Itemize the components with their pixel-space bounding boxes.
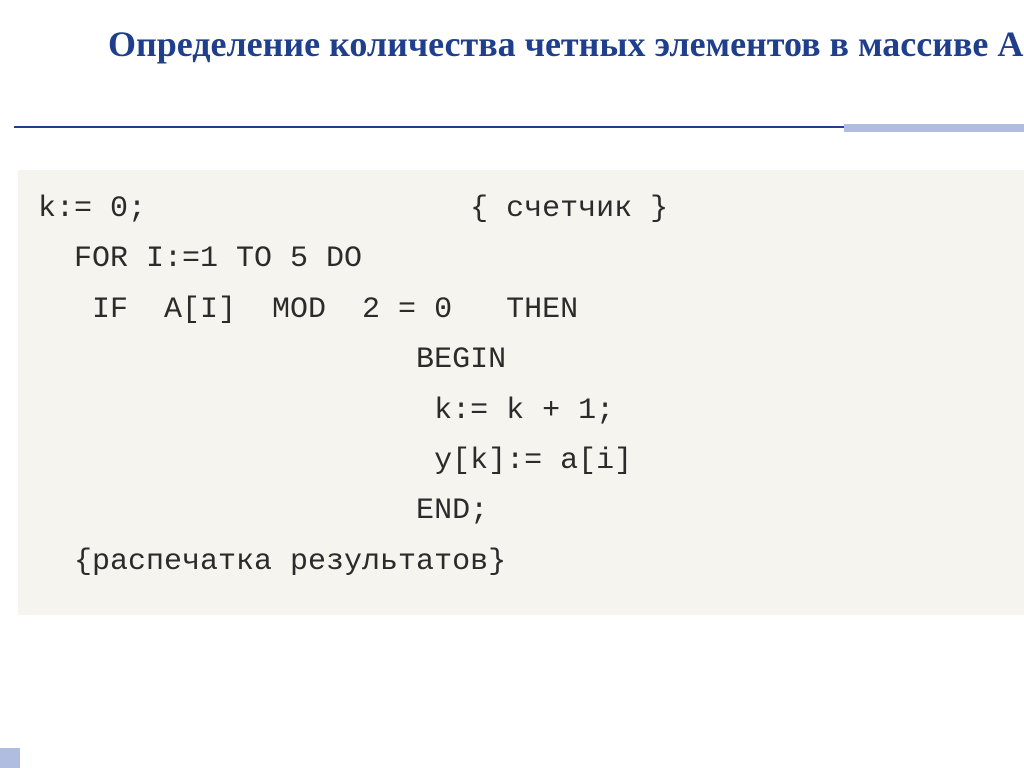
header-area: Определение количества четных элементов …: [0, 0, 1024, 67]
footer-accent: [0, 748, 20, 768]
slide-title: Определение количества четных элементов …: [108, 22, 1024, 67]
code-line-6: y[k]:= a[i]: [38, 436, 1004, 486]
underline-accent: [844, 124, 1024, 132]
slide-container: Определение количества четных элементов …: [0, 0, 1024, 768]
title-underline: [0, 126, 1024, 134]
code-line-5: k:= k + 1;: [38, 386, 1004, 436]
code-line-3: IF A[I] MOD 2 = 0 THEN: [38, 285, 1004, 335]
code-line-2: FOR I:=1 TO 5 DO: [38, 234, 1004, 284]
code-line-9: {распечатка результатов}: [38, 537, 1004, 587]
code-line-1: k:= 0; { счетчик }: [38, 184, 1004, 234]
code-line-4: BEGIN: [38, 335, 1004, 385]
code-block: k:= 0; { счетчик } FOR I:=1 TO 5 DO IF A…: [18, 170, 1024, 615]
code-line-7: END;: [38, 486, 1004, 536]
